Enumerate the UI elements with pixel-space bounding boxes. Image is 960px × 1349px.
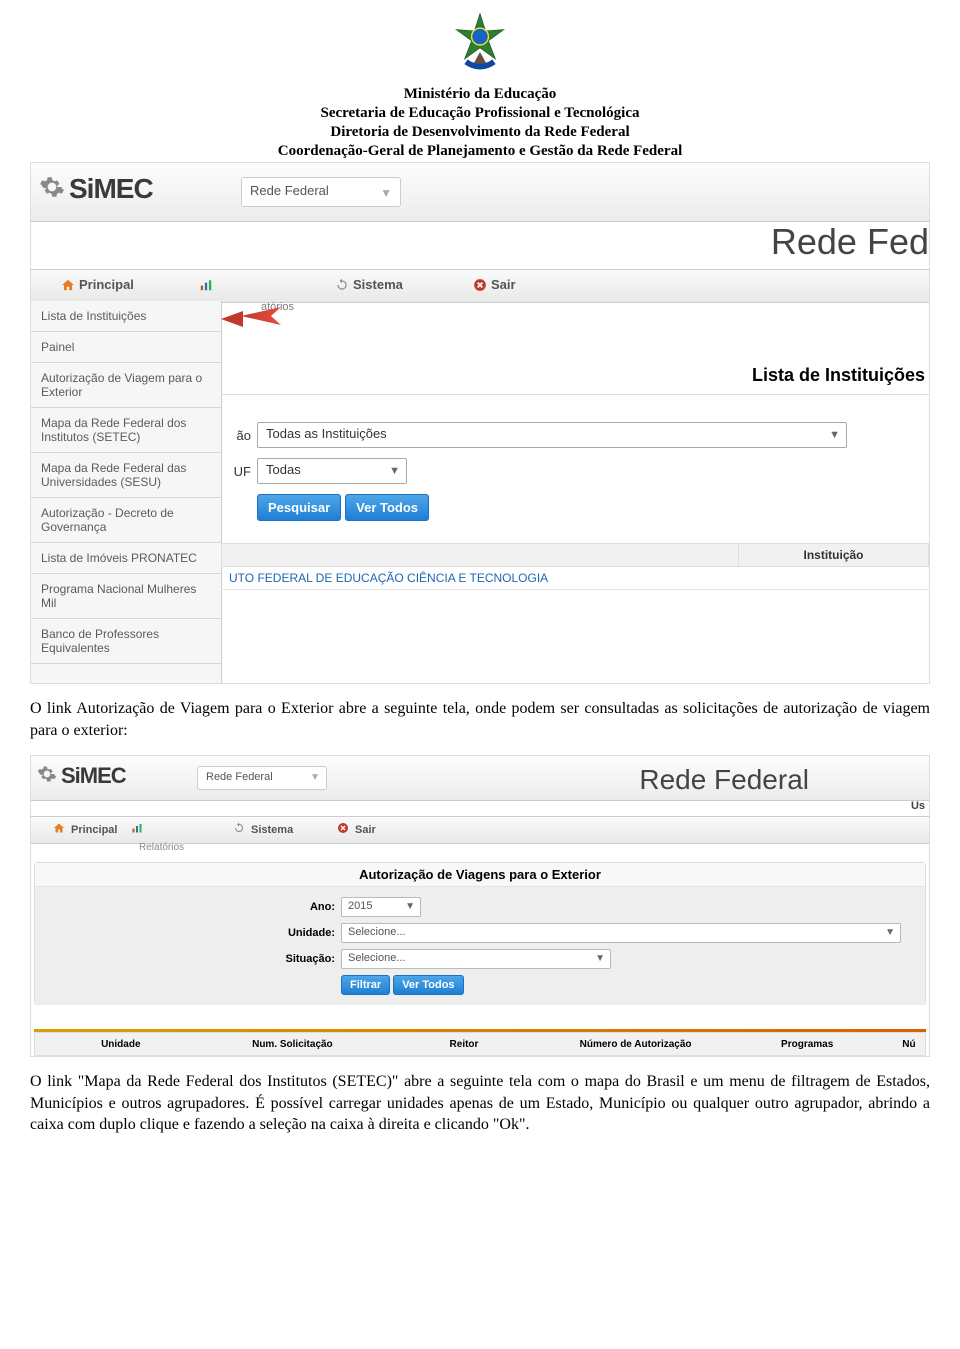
navbar: Principal Sistema Sair (31, 269, 929, 303)
header-line: Ministério da Educação (30, 86, 930, 103)
button-ver-todos[interactable]: Ver Todos (393, 975, 463, 995)
filter-panel: Autorização de Viagens para o Exterior A… (34, 862, 926, 1004)
home-icon (53, 822, 67, 836)
refresh-icon (335, 278, 349, 292)
home-icon (61, 278, 75, 292)
nav-sistema[interactable]: Sistema (335, 277, 403, 292)
caret-down-icon: ▼ (405, 901, 415, 912)
select-unidade[interactable]: Selecione...▼ (341, 923, 901, 943)
refresh-icon (233, 822, 247, 836)
side-mapa-sesu[interactable]: Mapa da Rede Federal das Universidades (… (31, 453, 221, 498)
page-big-title: Rede Fed (771, 221, 929, 263)
side-lista-imoveis-pronatec[interactable]: Lista de Imóveis PRONATEC (31, 543, 221, 574)
nav-sair[interactable]: Sair (337, 822, 376, 836)
select-ano[interactable]: 2015▼ (341, 897, 421, 917)
select-instituicao[interactable]: Todas as Instituições▼ (257, 422, 847, 448)
side-mapa-setec[interactable]: Mapa da Rede Federal dos Institutos (SET… (31, 408, 221, 453)
results-table-header: Unidade Num. Solicitação Reitor Número d… (34, 1032, 926, 1056)
simec-logo: SiMEC (39, 173, 153, 207)
nav-principal[interactable]: Principal (53, 822, 117, 836)
th-reitor: Reitor (378, 1039, 550, 1050)
topbar: SiMEC Rede Federal▼ Rede Federal (31, 756, 929, 801)
caret-down-icon: ▼ (310, 772, 320, 783)
main-content: Lista de Instituições ão Todas as Instit… (221, 335, 929, 683)
panel-title: Autorização de Viagens para o Exterior (35, 863, 925, 887)
navbar: Principal Sistema Sair (31, 816, 929, 844)
caret-down-icon: ▼ (829, 429, 840, 441)
field-label-ano: Ano: (45, 901, 341, 913)
side-lista-instituicoes[interactable]: Lista de Instituições (31, 301, 221, 332)
button-filtrar[interactable]: Filtrar (341, 975, 390, 995)
header-line: Secretaria de Educação Profissional e Te… (30, 105, 930, 122)
nav-relatorios-icon[interactable] (131, 822, 149, 836)
document-header: Ministério da Educação Secretaria de Edu… (30, 10, 930, 160)
gear-icon (37, 764, 57, 790)
user-link[interactable]: Us (911, 800, 925, 812)
th-numero-autorizacao: Número de Autorização (550, 1039, 722, 1050)
caret-down-icon: ▼ (595, 953, 605, 964)
th-num-solicitacao: Num. Solicitação (207, 1039, 379, 1050)
module-dropdown[interactable]: Rede Federal▼ (241, 177, 401, 207)
nav-principal[interactable]: Principal (61, 277, 134, 292)
caret-down-icon: ▼ (885, 927, 895, 938)
close-icon (337, 822, 351, 836)
side-programa-mulheres-mil[interactable]: Programa Nacional Mulheres Mil (31, 574, 221, 619)
table-row-instituicao[interactable]: UTO FEDERAL DE EDUCAÇÃO CIÊNCIA E TECNOL… (221, 567, 737, 590)
th-programas: Programas (721, 1039, 893, 1050)
header-line: Diretoria de Desenvolvimento da Rede Fed… (30, 124, 930, 141)
submenu-label-relatorios: atórios (221, 301, 929, 321)
brazil-crest-icon (445, 10, 515, 80)
field-label-unidade: Unidade: (45, 927, 341, 939)
side-banco-professores[interactable]: Banco de Professores Equivalentes (31, 619, 221, 664)
button-pesquisar[interactable]: Pesquisar (257, 494, 341, 521)
side-autorizacao-viagem[interactable]: Autorização de Viagem para o Exterior (31, 363, 221, 408)
results-table: Instituição UTO FEDERAL DE EDUCAÇÃO CIÊN… (221, 543, 929, 590)
relatorios-submenu: Lista de Instituições Painel Autorização… (31, 301, 222, 683)
paragraph: O link "Mapa da Rede Federal dos Institu… (30, 1071, 930, 1136)
select-uf[interactable]: Todas▼ (257, 458, 407, 484)
nav-relatorios-label: Relatórios (139, 842, 184, 853)
select-situacao[interactable]: Selecione...▼ (341, 949, 611, 969)
th-instituicao: Instituição (738, 543, 929, 567)
field-label-instituicao: ão (221, 428, 257, 443)
page-big-title: Rede Federal (639, 764, 809, 796)
screenshot-autorizacao-viagens: SiMEC Rede Federal▼ Rede Federal Us Prin… (30, 755, 930, 1057)
nav-relatorios-icon[interactable] (199, 277, 217, 292)
annotation-arrow-icon (221, 307, 281, 336)
chart-icon (199, 278, 213, 292)
gear-icon (39, 174, 65, 207)
side-autorizacao-decreto[interactable]: Autorização - Decreto de Governança (31, 498, 221, 543)
th-cut: Nú (893, 1039, 925, 1050)
nav-sair[interactable]: Sair (473, 277, 516, 292)
header-line: Coordenação-Geral de Planejamento e Gest… (30, 143, 930, 160)
chart-icon (131, 822, 145, 836)
topbar: SiMEC Rede Federal▼ (31, 163, 929, 222)
screenshot-lista-instituicoes: SiMEC Rede Federal▼ Rede Fed Principal S… (30, 162, 930, 684)
field-label-uf: UF (221, 464, 257, 479)
side-painel[interactable]: Painel (31, 332, 221, 363)
th-unidade: Unidade (35, 1039, 207, 1050)
caret-down-icon: ▼ (389, 465, 400, 477)
button-ver-todos[interactable]: Ver Todos (345, 494, 429, 521)
nav-sistema[interactable]: Sistema (233, 822, 293, 836)
paragraph: O link Autorização de Viagem para o Exte… (30, 698, 930, 741)
simec-logo: SiMEC (37, 763, 126, 790)
caret-down-icon: ▼ (380, 186, 392, 200)
close-icon (473, 278, 487, 292)
field-label-situacao: Situação: (45, 953, 341, 965)
module-dropdown[interactable]: Rede Federal▼ (197, 766, 327, 790)
section-title: Lista de Instituições (221, 335, 929, 395)
